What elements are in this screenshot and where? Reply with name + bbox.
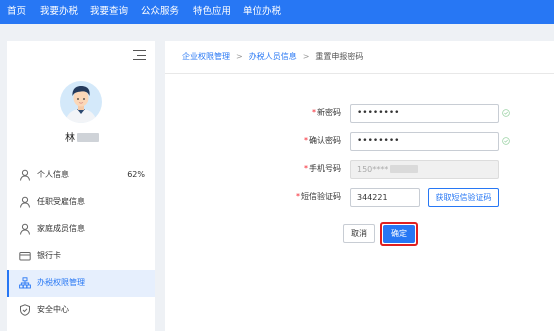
get-sms-code-button[interactable]: 获取短信验证码 [428, 188, 499, 207]
sidebar-item-tax-permissions[interactable]: 办税权限管理 [7, 270, 155, 297]
menu-toggle-icon[interactable] [133, 50, 146, 61]
sms-code-label: *短信验证码 [296, 192, 341, 201]
divider [165, 73, 554, 74]
avatar [60, 81, 102, 123]
sms-code-input[interactable]: 344221 [350, 188, 420, 207]
user-name: 林 [65, 129, 99, 144]
confirm-password-label: *确认密码 [304, 136, 341, 145]
new-password-label: *新密码 [312, 108, 341, 117]
shield-icon [20, 304, 30, 316]
user-icon [20, 196, 30, 208]
sidebar-item-label: 任职受雇信息 [37, 197, 85, 206]
nav-tax-filing[interactable]: 我要办税 [40, 5, 78, 19]
breadcrumb-reset-password: 重置申报密码 [315, 52, 364, 61]
nav-featured-apps[interactable]: 特色应用 [193, 5, 231, 19]
completion-percent: 62% [127, 170, 145, 179]
sidebar-item-security-center[interactable]: 安全中心 [7, 297, 155, 324]
sidebar-item-label: 银行卡 [37, 251, 61, 260]
phone-input: 150**** [350, 160, 499, 179]
nav-public-service[interactable]: 公众服务 [141, 5, 179, 19]
sidebar-item-label: 办税权限管理 [37, 278, 85, 287]
nav-query[interactable]: 我要查询 [90, 5, 128, 19]
sidebar-item-bank-card[interactable]: 银行卡 [7, 243, 155, 270]
nav-home[interactable]: 首页 [7, 5, 26, 19]
new-password-input[interactable]: •••••••• [350, 104, 499, 123]
org-chart-icon [19, 277, 31, 289]
chevron-right-icon: > [236, 52, 243, 61]
breadcrumb-enterprise-permissions[interactable]: 企业权限管理 [182, 52, 230, 61]
user-icon [20, 169, 30, 181]
nav-company-tax[interactable]: 单位办税 [243, 5, 281, 19]
sidebar-item-personal-info[interactable]: 个人信息 62% [7, 162, 155, 189]
sidebar-item-label: 安全中心 [37, 305, 69, 314]
bank-card-icon [19, 252, 31, 261]
breadcrumb: 企业权限管理 > 办税人员信息 > 重置申报密码 [182, 51, 363, 63]
sidebar-item-family-info[interactable]: 家庭成员信息 [7, 216, 155, 243]
main-panel: 企业权限管理 > 办税人员信息 > 重置申报密码 *新密码 •••••••• *确认密码… [165, 41, 554, 331]
sidebar-item-label: 家庭成员信息 [37, 224, 85, 233]
cancel-button[interactable]: 取消 [343, 224, 375, 243]
sidebar-item-employment-info[interactable]: 任职受雇信息 [7, 189, 155, 216]
user-icon [20, 223, 30, 235]
check-circle-icon [502, 137, 510, 145]
phone-label: *手机号码 [304, 164, 341, 173]
confirm-password-input[interactable]: •••••••• [350, 132, 499, 151]
confirm-button[interactable]: 确定 [383, 225, 415, 243]
top-navigation-bar: 首页 我要办税 我要查询 公众服务 特色应用 单位办税 [0, 0, 554, 24]
check-circle-icon [502, 109, 510, 117]
sidebar-item-label: 个人信息 [37, 170, 69, 179]
breadcrumb-tax-staff-info[interactable]: 办税人员信息 [249, 52, 297, 61]
sidebar: 林 个人信息 62% 任职受雇信息 家庭成员信息 银行卡 办税权限管理 安全中心 [7, 41, 155, 331]
chevron-right-icon: > [302, 52, 310, 61]
